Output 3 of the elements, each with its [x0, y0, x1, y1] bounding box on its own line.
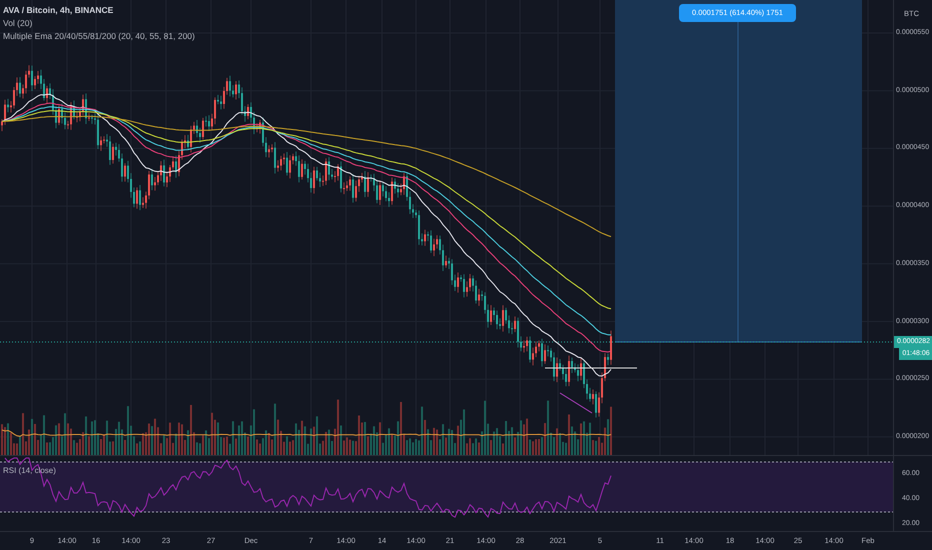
indicator-label: Multiple Ema 20/40/55/81/200 (20, 40, 55, 81, 200): [3, 30, 195, 43]
indicator-label: Vol (20): [3, 17, 34, 30]
symbol-title: AVA / Bitcoin, 4h, BINANCE: [3, 4, 114, 17]
